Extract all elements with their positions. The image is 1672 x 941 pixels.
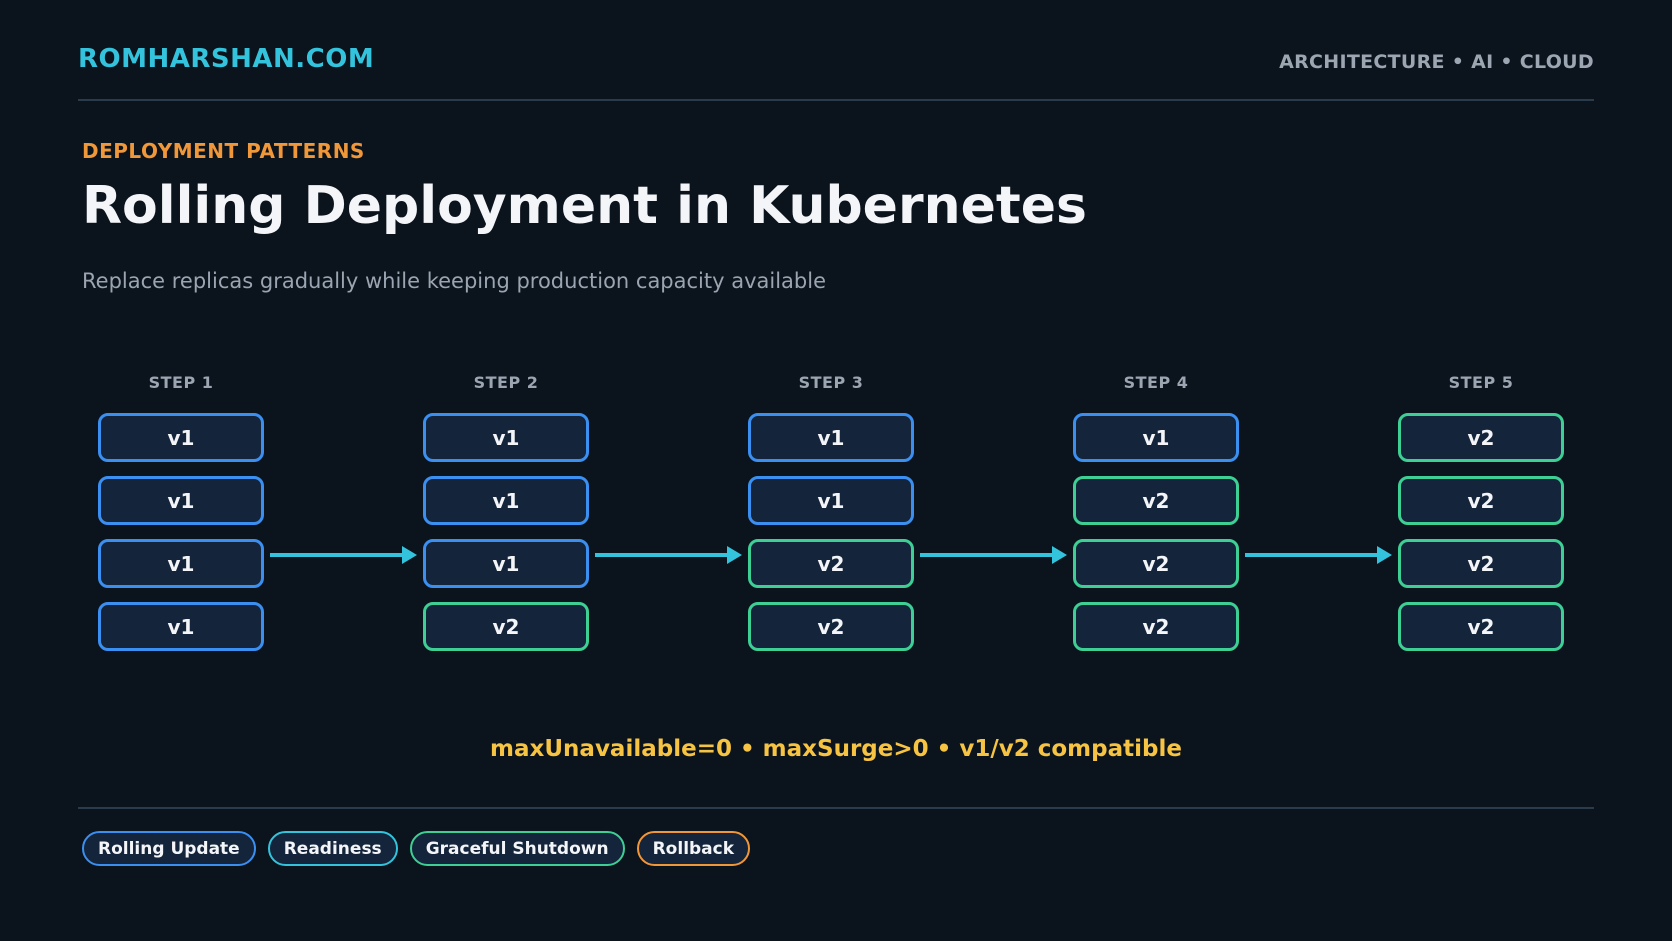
replica-pod: v2 <box>748 539 914 588</box>
replica-pod: v2 <box>748 602 914 651</box>
step-column-2: STEP 2 v1 v1 v1 v2 <box>423 372 589 651</box>
transition-arrow-4 <box>1245 546 1392 564</box>
replica-pod: v2 <box>1073 602 1239 651</box>
page-title: Rolling Deployment in Kubernetes <box>82 176 1087 236</box>
step-label: STEP 1 <box>148 373 214 392</box>
step-column-5: STEP 5 v2 v2 v2 v2 <box>1398 372 1564 651</box>
page-subtitle: Replace replicas gradually while keeping… <box>82 269 827 293</box>
transition-arrow-3 <box>920 546 1067 564</box>
step-label: STEP 3 <box>798 373 864 392</box>
step-column-1: STEP 1 v1 v1 v1 v1 <box>98 372 264 651</box>
step-column-3: STEP 3 v1 v1 v2 v2 <box>748 372 914 651</box>
replica-pod: v2 <box>1073 539 1239 588</box>
replica-pod: v1 <box>423 413 589 462</box>
replica-pod: v1 <box>748 413 914 462</box>
section-eyebrow: DEPLOYMENT PATTERNS <box>82 139 365 163</box>
brand-logo-text[interactable]: ROMHARSHAN.COM <box>78 44 374 74</box>
footer-divider <box>78 807 1594 809</box>
tag-list: Rolling Update Readiness Graceful Shutdo… <box>82 831 751 866</box>
step-label: STEP 2 <box>473 373 539 392</box>
header-topics: ARCHITECTURE • AI • CLOUD <box>1279 51 1594 73</box>
replica-pod: v2 <box>1398 539 1564 588</box>
replica-pod: v1 <box>1073 413 1239 462</box>
tag-graceful-shutdown[interactable]: Graceful Shutdown <box>409 831 625 866</box>
replica-pod: v2 <box>1398 602 1564 651</box>
tag-rolling-update[interactable]: Rolling Update <box>82 831 256 866</box>
replica-pod: v1 <box>98 413 264 462</box>
transition-arrow-2 <box>595 546 742 564</box>
replica-pod: v1 <box>98 602 264 651</box>
replica-pod: v1 <box>98 539 264 588</box>
step-column-4: STEP 4 v1 v2 v2 v2 <box>1073 372 1239 651</box>
replica-pod: v1 <box>748 476 914 525</box>
replica-pod: v2 <box>423 602 589 651</box>
transition-arrow-1 <box>270 546 417 564</box>
header-divider <box>78 99 1594 101</box>
tag-rollback[interactable]: Rollback <box>636 831 751 866</box>
step-label: STEP 5 <box>1448 373 1514 392</box>
replica-pod: v2 <box>1398 413 1564 462</box>
tag-readiness[interactable]: Readiness <box>267 831 398 866</box>
replica-pod: v1 <box>423 476 589 525</box>
replica-pod: v2 <box>1073 476 1239 525</box>
replica-pod: v1 <box>98 476 264 525</box>
replica-pod: v1 <box>423 539 589 588</box>
step-label: STEP 4 <box>1123 373 1189 392</box>
deployment-constraints: maxUnavailable=0 • maxSurge>0 • v1/v2 co… <box>490 736 1182 762</box>
replica-pod: v2 <box>1398 476 1564 525</box>
